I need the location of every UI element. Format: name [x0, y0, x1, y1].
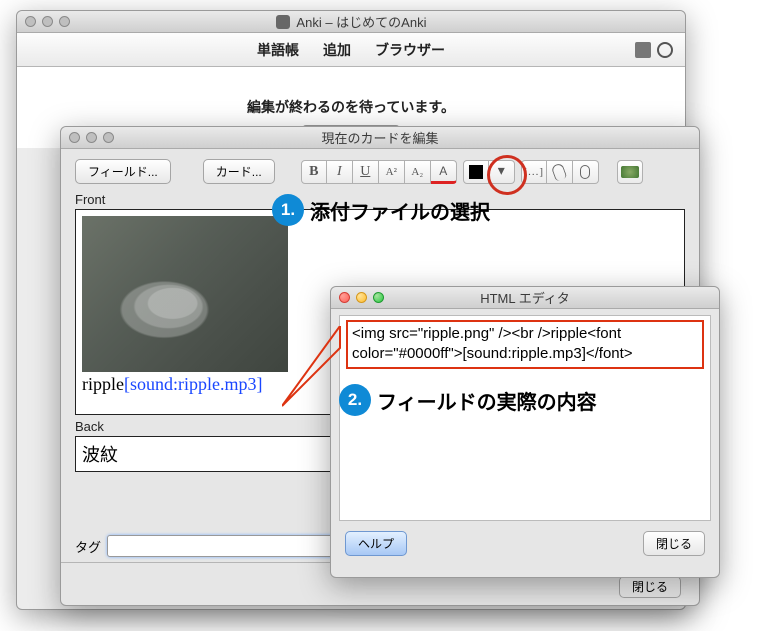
traffic-lights	[25, 16, 70, 27]
menu-decks[interactable]: 単語帳	[257, 40, 299, 60]
html-bottom-bar: ヘルプ 閉じる	[331, 521, 719, 566]
front-word: ripple	[82, 374, 124, 394]
traffic-lights	[69, 132, 114, 143]
record-audio-button[interactable]	[573, 160, 599, 184]
minimize-icon[interactable]	[86, 132, 97, 143]
front-label: Front	[75, 192, 685, 207]
text-color-button[interactable]	[463, 160, 489, 184]
main-menu: 単語帳 追加 ブラウザー	[257, 40, 445, 60]
titlebar: Anki – はじめてのAnki	[17, 11, 685, 33]
help-button[interactable]: ヘルプ	[345, 531, 407, 556]
window-title: Anki – はじめてのAnki	[17, 12, 685, 31]
traffic-lights	[339, 292, 384, 303]
highlighted-html: <img src="ripple.png" /><br />ripple<fon…	[346, 320, 704, 369]
italic-button[interactable]: I	[327, 160, 353, 184]
color-group: ▾	[463, 160, 515, 184]
fields-button[interactable]: フィールド...	[75, 159, 171, 184]
editor-toolbar: フィールド... カード... B I U A² A₂ A ▾ [...]	[61, 149, 699, 188]
format-group: B I U A² A₂ A	[301, 160, 457, 184]
close-button[interactable]: 閉じる	[619, 576, 681, 598]
fx-icon	[621, 166, 639, 178]
underline-button[interactable]: U	[353, 160, 379, 184]
superscript-button[interactable]: A²	[379, 160, 405, 184]
zoom-icon[interactable]	[59, 16, 70, 27]
titlebar: 現在のカードを編集	[61, 127, 699, 149]
html-editor-window: HTML エディタ <img src="ripple.png" /><br />…	[330, 286, 720, 578]
editor-bottom: 閉じる	[619, 578, 681, 595]
color-picker-button[interactable]: ▾	[489, 160, 515, 184]
mic-icon	[580, 165, 590, 179]
main-toolbar: 単語帳 追加 ブラウザー	[17, 33, 685, 67]
window-title: 現在のカードを編集	[61, 128, 699, 147]
menu-browser[interactable]: ブラウザー	[375, 40, 445, 60]
close-icon[interactable]	[25, 16, 36, 27]
close-icon[interactable]	[339, 292, 350, 303]
titlebar: HTML エディタ	[331, 287, 719, 309]
attach-file-button[interactable]	[547, 160, 573, 184]
front-sound-tag: [sound:ripple.mp3]	[124, 374, 262, 394]
waiting-text: 編集が終わるのを待っています。	[17, 97, 685, 117]
app-icon	[276, 15, 290, 29]
tag-label: タグ	[75, 537, 101, 556]
close-button[interactable]: 閉じる	[643, 531, 705, 556]
zoom-icon[interactable]	[103, 132, 114, 143]
back-value: 波紋	[82, 445, 118, 465]
menu-add[interactable]: 追加	[323, 40, 351, 60]
html-content: <img src="ripple.png" /><br />ripple<fon…	[352, 325, 633, 362]
more-options-button[interactable]	[617, 160, 643, 184]
cloze-button[interactable]: [...]	[521, 160, 547, 184]
html-textarea[interactable]: <img src="ripple.png" /><br />ripple<fon…	[339, 315, 711, 521]
minimize-icon[interactable]	[356, 292, 367, 303]
window-title-text: Anki – はじめてのAnki	[296, 15, 426, 30]
cards-button[interactable]: カード...	[203, 159, 275, 184]
insert-group: [...]	[521, 160, 599, 184]
clear-format-button[interactable]: A	[431, 160, 457, 184]
subscript-button[interactable]: A₂	[405, 160, 431, 184]
stats-icon[interactable]	[635, 42, 651, 58]
paperclip-icon	[551, 162, 568, 181]
sync-icon[interactable]	[657, 42, 673, 58]
toolbar-right-icons	[635, 42, 673, 58]
close-icon[interactable]	[69, 132, 80, 143]
zoom-icon[interactable]	[373, 292, 384, 303]
minimize-icon[interactable]	[42, 16, 53, 27]
front-image	[82, 216, 288, 372]
bold-button[interactable]: B	[301, 160, 327, 184]
window-title: HTML エディタ	[331, 288, 719, 307]
